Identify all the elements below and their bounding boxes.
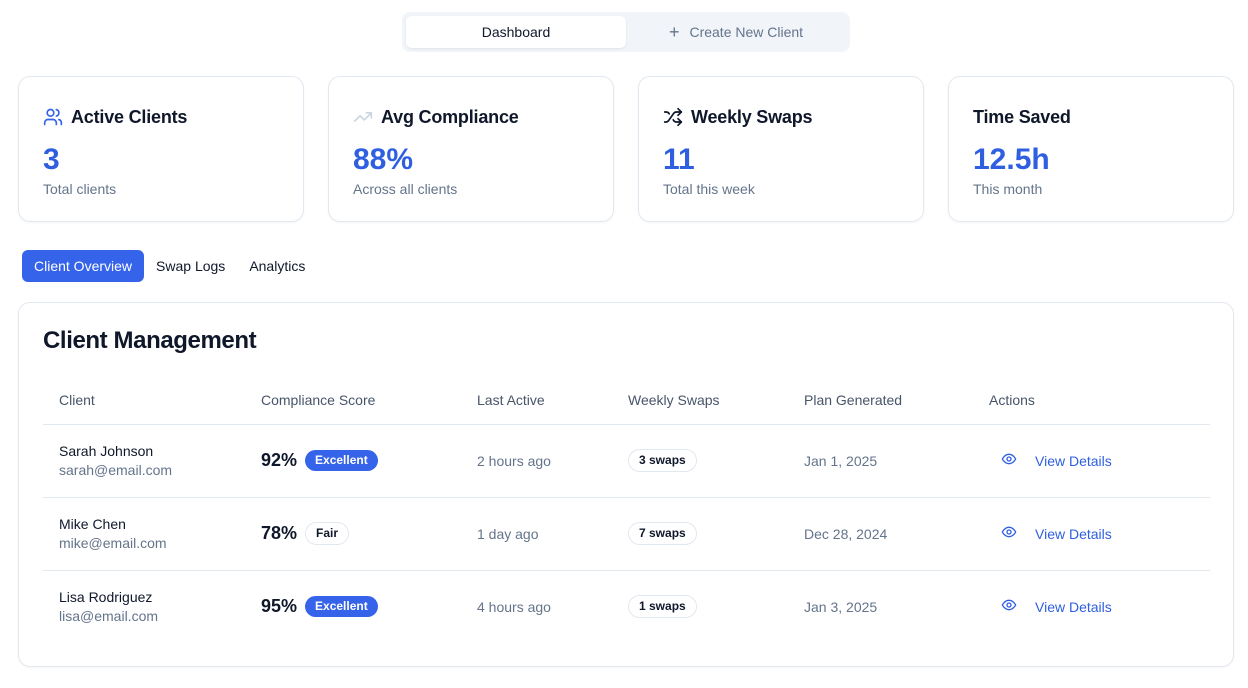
compliance-score: 92% <box>261 450 298 470</box>
column-header-plan-generated: Plan Generated <box>788 377 973 425</box>
stat-subtitle: Total this week <box>663 181 755 197</box>
stat-title: Weekly Swaps <box>691 106 813 127</box>
stat-value: 11 <box>663 143 695 176</box>
stat-title: Active Clients <box>71 106 188 127</box>
table-row: Lisa Rodriguez lisa@email.com 95% Excell… <box>43 570 1210 643</box>
stat-subtitle: Across all clients <box>353 181 458 197</box>
tab-create-new-client-label: Create New Client <box>689 24 804 40</box>
compliance-score: 78% <box>261 523 298 543</box>
stat-title: Time Saved <box>973 106 1071 127</box>
tab-dashboard-label: Dashboard <box>481 24 551 40</box>
client-email: lisa@email.com <box>59 608 159 625</box>
last-active: 1 day ago <box>461 497 612 571</box>
column-header-client: Client <box>43 377 245 425</box>
users-icon <box>43 107 63 127</box>
stat-value: 88% <box>353 143 414 176</box>
table-row: Mike Chen mike@email.com 78% Fair 1 day … <box>43 497 1210 571</box>
status-badge: Excellent <box>305 596 378 618</box>
stat-title: Avg Compliance <box>381 106 519 127</box>
panel-title: Client Management <box>43 327 257 354</box>
plan-generated-date: Dec 28, 2024 <box>788 497 973 571</box>
eye-icon <box>1001 451 1017 470</box>
plan-generated-date: Jan 1, 2025 <box>788 424 973 498</box>
column-header-last-active: Last Active <box>461 377 612 425</box>
client-name: Sarah Johnson <box>59 443 154 459</box>
stat-card-time-saved: Time Saved 12.5h This month <box>948 76 1234 222</box>
tab-client-overview[interactable]: Client Overview <box>22 250 145 282</box>
tab-create-new-client[interactable]: + Create New Client <box>626 16 846 48</box>
stat-value: 3 <box>43 143 60 176</box>
view-details-label: View Details <box>1035 598 1112 615</box>
client-table: Client Compliance Score Last Active Week… <box>43 377 1210 643</box>
status-badge: Fair <box>305 522 350 545</box>
tab-swap-logs[interactable]: Swap Logs <box>144 250 237 282</box>
client-email: sarah@email.com <box>59 462 173 478</box>
view-details-label: View Details <box>1035 525 1112 542</box>
last-active: 4 hours ago <box>477 598 551 615</box>
view-details-label: View Details <box>1035 452 1112 469</box>
stat-card-weekly-swaps: Weekly Swaps 11 Total this week <box>638 76 924 222</box>
top-tab-bar: Dashboard + Create New Client <box>402 12 850 52</box>
trending-up-icon <box>353 107 373 127</box>
compliance-score: 95% <box>261 596 298 617</box>
table-header-row: Client Compliance Score Last Active Week… <box>43 377 1210 425</box>
stat-card-active-clients: Active Clients 3 Total clients <box>18 76 304 222</box>
stat-subtitle: This month <box>973 181 1043 197</box>
client-name: Lisa Rodriguez <box>59 589 153 606</box>
plus-icon: + <box>668 22 680 42</box>
column-header-compliance-score: Compliance Score <box>245 377 461 425</box>
eye-icon <box>1001 524 1017 543</box>
swaps-badge: 7 swaps <box>628 522 697 545</box>
tab-dashboard[interactable]: Dashboard <box>406 16 626 48</box>
view-details-button[interactable]: View Details <box>989 451 1194 470</box>
stat-card-avg-compliance: Avg Compliance 88% Across all clients <box>328 76 614 222</box>
tab-analytics[interactable]: Analytics <box>237 250 317 282</box>
client-name: Mike Chen <box>59 516 126 532</box>
column-header-actions: Actions <box>973 377 1210 425</box>
view-details-button[interactable]: View Details <box>989 524 1194 543</box>
table-row: Sarah Johnson sarah@email.com 92% Excell… <box>43 424 1210 498</box>
plan-generated-date: Jan 3, 2025 <box>804 598 878 615</box>
client-management-panel: Client Management Client Compliance Scor… <box>18 302 1234 667</box>
last-active: 2 hours ago <box>461 424 612 498</box>
swaps-badge: 1 swaps <box>628 595 697 619</box>
section-tabs: Client Overview Swap Logs Analytics <box>22 250 317 282</box>
shuffle-icon <box>663 107 683 127</box>
client-email: mike@email.com <box>59 535 167 551</box>
eye-icon <box>1001 597 1017 616</box>
swaps-badge: 3 swaps <box>628 449 697 472</box>
column-header-weekly-swaps: Weekly Swaps <box>612 377 788 425</box>
stat-value: 12.5h <box>973 143 1050 176</box>
view-details-button[interactable]: View Details <box>989 597 1194 616</box>
stat-subtitle: Total clients <box>43 181 117 197</box>
status-badge: Excellent <box>305 450 378 471</box>
